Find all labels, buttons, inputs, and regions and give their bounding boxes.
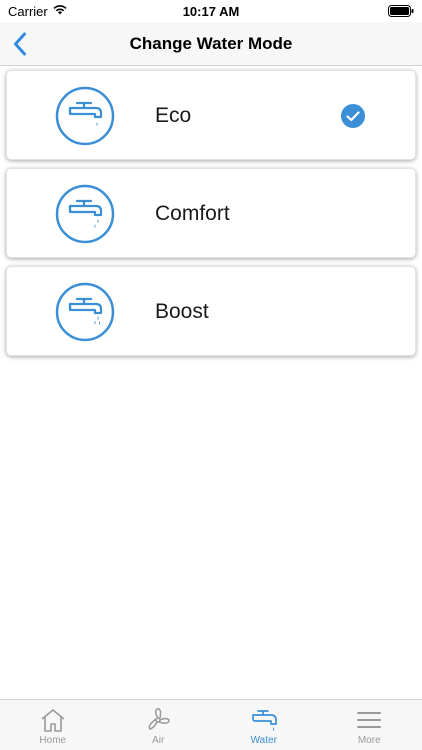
tab-label: Home	[39, 735, 67, 746]
tab-label: More	[357, 735, 381, 746]
mode-option-eco[interactable]: Eco	[6, 70, 416, 160]
mode-option-boost[interactable]: Boost	[6, 266, 416, 356]
checkmark-icon	[341, 104, 365, 128]
tab-bar: Home Air Water More	[0, 699, 422, 750]
battery-icon	[388, 5, 414, 17]
home-icon	[41, 709, 65, 732]
faucet-boost-icon	[55, 282, 115, 342]
chevron-left-icon	[14, 32, 26, 56]
faucet-eco-icon	[55, 86, 115, 146]
menu-icon	[357, 712, 382, 728]
faucet-icon	[251, 710, 277, 731]
tab-label: Water	[250, 735, 277, 746]
tab-home[interactable]: Home	[0, 700, 106, 750]
fan-icon	[148, 708, 171, 730]
mode-label: Eco	[155, 104, 192, 127]
tab-air[interactable]: Air	[106, 700, 212, 750]
tab-label: Air	[152, 735, 165, 746]
navigation-bar: Change Water Mode	[0, 22, 422, 66]
page-title: Change Water Mode	[129, 34, 293, 53]
status-bar: Carrier 10:17 AM	[0, 0, 422, 22]
clock: 10:17 AM	[182, 4, 240, 19]
mode-label: Comfort	[155, 202, 230, 225]
faucet-comfort-icon	[55, 184, 115, 244]
tab-more[interactable]: More	[317, 700, 422, 750]
back-button[interactable]	[4, 28, 36, 60]
mode-option-comfort[interactable]: Comfort	[6, 168, 416, 258]
tab-water[interactable]: Water	[211, 700, 317, 750]
mode-label: Boost	[155, 300, 209, 323]
